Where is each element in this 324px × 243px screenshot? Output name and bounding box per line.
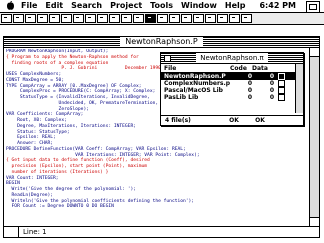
- scroll-down-arrow-icon[interactable]: [310, 217, 319, 226]
- toolbar-check-icon[interactable]: [217, 14, 228, 23]
- menu-window[interactable]: Window: [177, 0, 221, 12]
- project-file-row[interactable]: Pascal/MacOS Lib 0 0: [161, 87, 303, 94]
- toolbar-paste-icon[interactable]: [97, 14, 108, 23]
- debug-checkbox-icon[interactable]: [278, 87, 285, 94]
- toolbar-options-icon[interactable]: [229, 14, 240, 23]
- code-total: OK: [229, 117, 239, 124]
- code-size: 0: [247, 73, 252, 80]
- data-size: 0: [269, 87, 274, 94]
- toolbar-open-icon[interactable]: [13, 14, 24, 23]
- code-size: 0: [247, 80, 252, 87]
- toolbar-cut-icon[interactable]: [73, 14, 84, 23]
- menu-help[interactable]: Help: [221, 0, 250, 12]
- project-file-row[interactable]: PasLib Lib 0 0: [161, 94, 303, 101]
- line-indicator: Line: 1: [23, 228, 47, 236]
- apple-menu-icon[interactable]: [3, 1, 17, 12]
- data-size: 0: [269, 94, 274, 101]
- toolbar-go-icon[interactable]: [193, 14, 204, 23]
- code-line[interactable]: FOR Count := Degree DOWNTO 0 DO BEGIN: [6, 204, 306, 210]
- menu-file[interactable]: File: [17, 0, 41, 12]
- file-name: PasLib Lib: [164, 94, 199, 101]
- toolbar-trace-icon[interactable]: [169, 14, 180, 23]
- file-name: NewtonRaphson.P: [164, 73, 226, 80]
- menubar-clock: 6:42 PM: [259, 1, 296, 10]
- code-size: 0: [247, 94, 252, 101]
- file-name: ComplexNumbers.p: [164, 80, 230, 87]
- status-divider: [4, 227, 19, 237]
- application-menu-icon[interactable]: [306, 1, 320, 13]
- data-size: 0: [269, 80, 274, 87]
- toolbar-find-icon[interactable]: [109, 14, 120, 23]
- project-column-headers: File Code Data: [161, 64, 303, 73]
- menu-search[interactable]: Search: [67, 0, 106, 12]
- toolbar-copy-icon[interactable]: [85, 14, 96, 23]
- toolbar-help-icon[interactable]: [241, 14, 252, 23]
- project-window: NewtonRaphson.π File Code Data NewtonRap…: [160, 52, 304, 126]
- project-close-box-icon[interactable]: [164, 55, 171, 62]
- project-footer: 4 file(s) OK OK: [161, 115, 303, 125]
- toolbar-step-icon[interactable]: [157, 14, 168, 23]
- toolbar-stop-icon[interactable]: [181, 14, 192, 23]
- header-code[interactable]: Code: [230, 65, 252, 72]
- editor-title: NewtonRaphson.P: [120, 37, 203, 47]
- toolbar-compile-icon[interactable]: [133, 14, 144, 23]
- header-data[interactable]: Data: [252, 65, 272, 72]
- toolbar-close-icon[interactable]: [37, 14, 48, 23]
- header-file[interactable]: File: [164, 65, 230, 72]
- debug-checkbox-icon[interactable]: [278, 94, 285, 101]
- project-scrollbar[interactable]: [295, 64, 303, 113]
- menu-bar: File Edit Search Project Tools Window He…: [0, 0, 324, 13]
- data-total: OK: [255, 117, 265, 124]
- editor-title-bar[interactable]: NewtonRaphson.P: [4, 37, 319, 48]
- toolbar-replace-icon[interactable]: [121, 14, 132, 23]
- scroll-up-arrow-icon[interactable]: [310, 48, 319, 57]
- toolbar-new-icon[interactable]: [1, 14, 12, 23]
- toolbar-run-icon[interactable]: [145, 14, 156, 23]
- toolbar: [0, 13, 324, 25]
- toolbar-save-icon[interactable]: [25, 14, 36, 23]
- project-file-row[interactable]: NewtonRaphson.P 0 0: [161, 73, 303, 80]
- toolbar-undo-icon[interactable]: [61, 14, 72, 23]
- debug-checkbox-icon[interactable]: [278, 73, 285, 80]
- menu-edit[interactable]: Edit: [41, 0, 67, 12]
- toolbar-build-icon[interactable]: [205, 14, 216, 23]
- project-title-bar[interactable]: NewtonRaphson.π: [161, 53, 303, 64]
- project-title: NewtonRaphson.π: [196, 53, 268, 63]
- toolbar-print-icon[interactable]: [49, 14, 60, 23]
- file-name: Pascal/MacOS Lib: [164, 87, 223, 94]
- project-file-list: NewtonRaphson.P 0 0 ComplexNumbers.p 0 0 Pasca…: [161, 73, 303, 101]
- menu-tools[interactable]: Tools: [146, 0, 177, 12]
- project-file-row[interactable]: ComplexNumbers.p 0 0: [161, 80, 303, 87]
- data-size: 0: [269, 73, 274, 80]
- menu-project[interactable]: Project: [106, 0, 146, 12]
- debug-checkbox-icon[interactable]: [278, 80, 285, 87]
- file-count: 4 file(s): [165, 117, 191, 124]
- editor-vertical-scrollbar[interactable]: [309, 48, 319, 226]
- code-size: 0: [247, 87, 252, 94]
- editor-status-bar: Line: 1: [4, 226, 319, 237]
